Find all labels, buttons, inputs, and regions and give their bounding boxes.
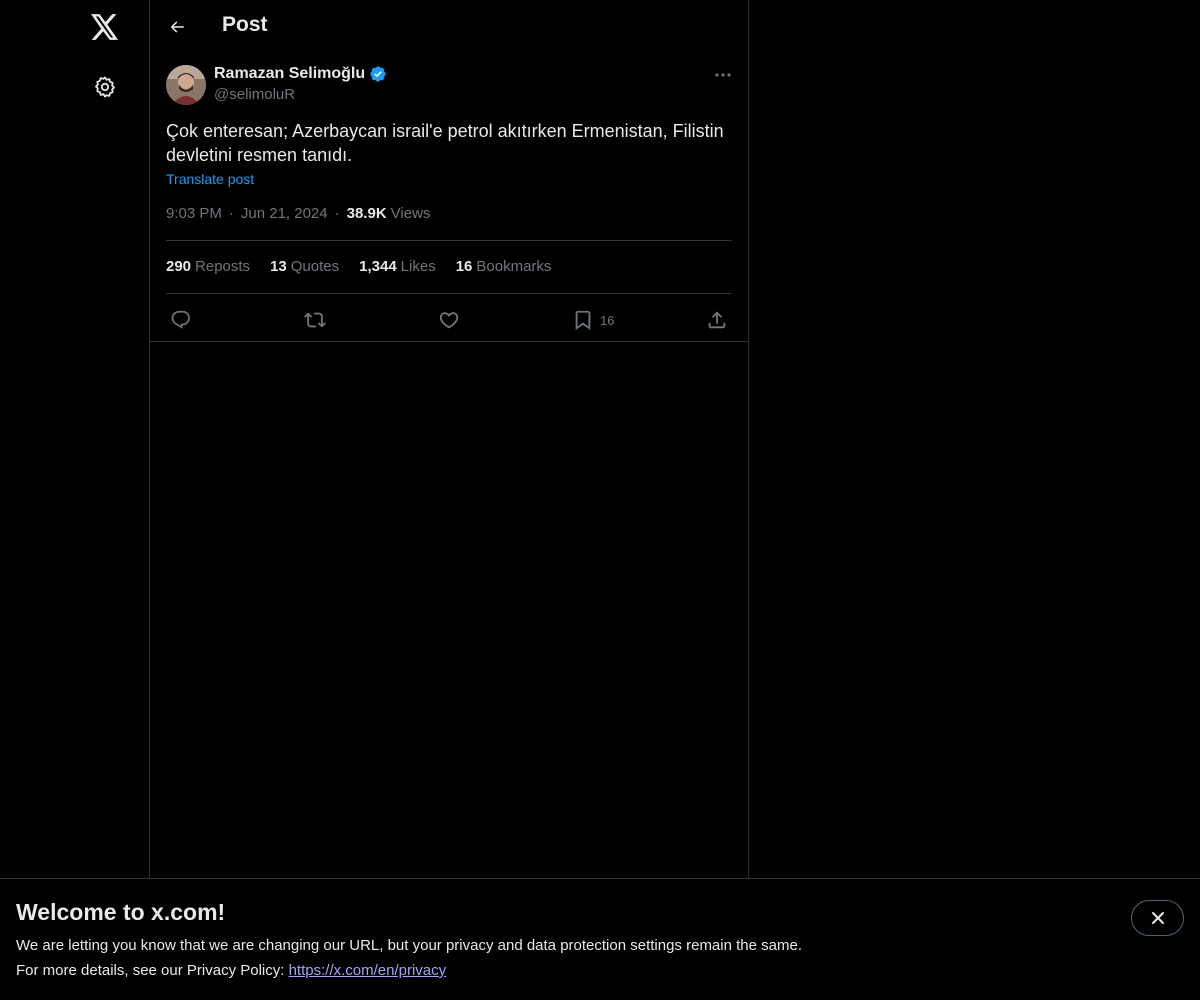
like-button[interactable] xyxy=(438,306,460,334)
page-title: Post xyxy=(222,13,268,36)
divider xyxy=(166,240,732,241)
share-button[interactable] xyxy=(706,306,728,334)
reply-icon xyxy=(171,310,190,329)
banner-privacy-line: For more details, see our Privacy Policy… xyxy=(16,962,446,979)
author-name[interactable]: Ramazan Selimoğlu xyxy=(214,65,387,83)
stat-reposts[interactable]: 290 Reposts xyxy=(166,258,250,275)
post-date[interactable]: Jun 21, 2024 xyxy=(241,205,328,222)
close-icon xyxy=(1151,912,1164,924)
arrow-left-icon xyxy=(170,21,184,33)
stat-label: Likes xyxy=(400,258,436,275)
views-label: Views xyxy=(390,205,431,222)
post-text: Çok enteresan; Azerbaycan israil'e petro… xyxy=(166,119,736,167)
back-button[interactable] xyxy=(164,14,190,40)
post-time[interactable]: 9:03 PM xyxy=(166,205,222,222)
translate-post-link[interactable]: Translate post xyxy=(166,171,254,187)
banner-close-button[interactable] xyxy=(1131,900,1184,936)
privacy-policy-link[interactable]: https://x.com/en/privacy xyxy=(289,962,447,979)
post-stats: 290 Reposts 13 Quotes 1,344 Likes 16 Boo… xyxy=(166,258,551,275)
more-horizontal-icon xyxy=(715,73,731,77)
x-logo-icon[interactable] xyxy=(88,10,122,44)
stat-quotes[interactable]: 13 Quotes xyxy=(270,258,339,275)
bookmark-count: 16 xyxy=(600,312,615,328)
repost-button[interactable] xyxy=(304,306,326,334)
post-text-line: Çok enteresan; Azerbaycan israil'e petro… xyxy=(166,121,724,141)
post-article: Ramazan Selimoğlu @selimoluR Çok enteres… xyxy=(150,54,748,342)
separator-dot: · xyxy=(334,205,340,222)
divider xyxy=(166,293,732,294)
author-name-text: Ramazan Selimoğlu xyxy=(214,65,366,82)
page-header: Post xyxy=(150,0,748,54)
bookmark-icon xyxy=(575,310,591,331)
more-options-button[interactable] xyxy=(710,64,736,86)
post-actions: 16 xyxy=(166,306,732,334)
banner-message: We are letting you know that we are chan… xyxy=(16,937,802,954)
author-handle[interactable]: @selimoluR xyxy=(214,86,295,103)
separator-dot: · xyxy=(228,205,234,222)
banner-privacy-text: For more details, see our Privacy Policy… xyxy=(16,962,289,979)
stat-label: Reposts xyxy=(195,258,251,275)
reply-button[interactable] xyxy=(170,306,192,334)
left-nav xyxy=(0,0,150,1000)
heart-icon xyxy=(439,312,459,329)
gear-icon[interactable] xyxy=(90,72,120,102)
stat-number: 290 xyxy=(166,258,192,275)
stat-bookmarks[interactable]: 16 Bookmarks xyxy=(456,258,552,275)
stat-likes[interactable]: 1,344 Likes xyxy=(359,258,436,275)
post-text-line: devletini resmen tanıdı. xyxy=(166,145,353,165)
stat-label: Quotes xyxy=(290,258,340,275)
post-meta: 9:03 PM · Jun 21, 2024 · 38.9K Views xyxy=(166,205,430,222)
verified-badge-icon xyxy=(369,65,387,83)
stat-number: 16 xyxy=(455,258,473,275)
stat-number: 1,344 xyxy=(359,258,397,275)
repost-icon xyxy=(304,312,326,328)
url-change-banner: Welcome to x.com! We are letting you kno… xyxy=(0,878,1200,1000)
share-icon xyxy=(708,311,726,329)
stat-number: 13 xyxy=(270,258,287,275)
main-column: Post Ramazan Selimoğlu @selimoluR Çok en… xyxy=(149,0,749,1000)
stat-label: Bookmarks xyxy=(476,258,552,275)
bookmark-button[interactable]: 16 xyxy=(572,306,614,334)
views-count: 38.9K xyxy=(346,205,387,222)
avatar[interactable] xyxy=(166,65,206,105)
banner-title: Welcome to x.com! xyxy=(16,899,226,925)
